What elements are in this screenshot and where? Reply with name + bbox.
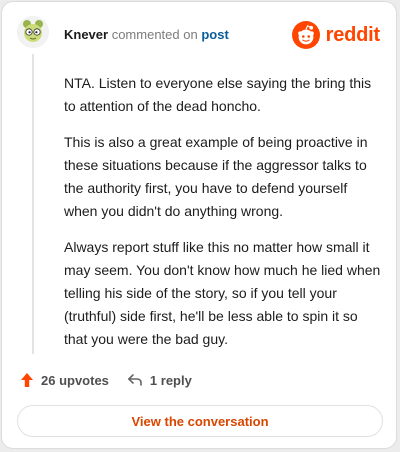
upvotes-count: 26 upvotes — [41, 372, 109, 388]
comment-actions: 26 upvotes 1 reply — [20, 372, 192, 388]
comment-paragraph-3: Always report stuff like this no matter … — [64, 239, 381, 347]
reddit-logo-icon — [291, 21, 320, 49]
reply-arrow-icon — [127, 373, 143, 387]
comment-body: NTA. Listen to everyone else saying the … — [64, 72, 382, 364]
comment-paragraph-2: This is also a great example of being pr… — [64, 134, 368, 219]
view-conversation-button[interactable]: View the conversation — [17, 405, 383, 437]
avatar-icon — [17, 16, 49, 48]
view-conversation-label: View the conversation — [131, 413, 269, 429]
comment-paragraph-1: NTA. Listen to everyone else saying the … — [64, 75, 372, 114]
reply-count: 1 reply — [149, 372, 192, 388]
upvote-arrow-icon — [20, 372, 34, 388]
post-link[interactable]: post — [201, 27, 228, 42]
reddit-brand[interactable]: reddit — [291, 21, 381, 49]
comment-header: Knever commented on post — [64, 27, 229, 43]
comment-action-text: commented on — [111, 27, 198, 42]
thread-line — [32, 54, 34, 354]
avatar[interactable] — [17, 16, 49, 48]
comment-card: Knever commented on post reddit NTA. Lis… — [1, 1, 397, 449]
reply-button[interactable]: 1 reply — [127, 373, 192, 388]
username-link[interactable]: Knever — [64, 27, 108, 42]
reddit-wordmark: reddit — [325, 23, 381, 46]
upvotes-button[interactable]: 26 upvotes — [20, 372, 109, 388]
